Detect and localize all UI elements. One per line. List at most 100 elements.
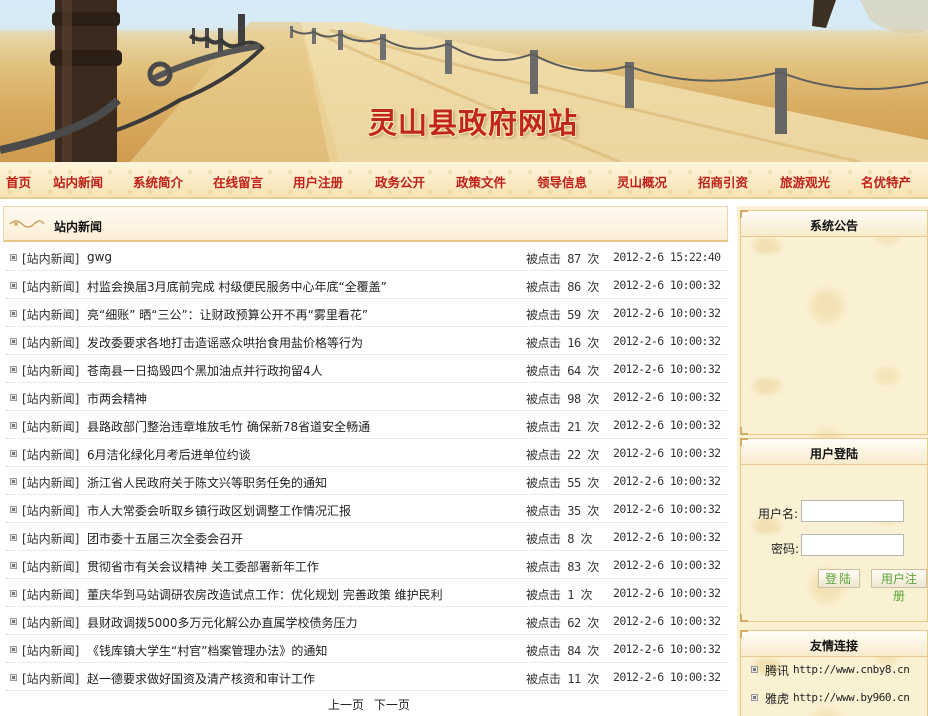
news-row: [站内新闻] gwg 被点击 87 次 2012-2-6 15:22:40 [6,243,728,271]
prev-page-link[interactable]: 上一页 [328,698,364,712]
news-category[interactable]: [站内新闻] [22,474,79,491]
nav-item-register[interactable]: 用户注册 [293,172,343,191]
news-row: [站内新闻] 6月洁化绿化月考后进单位约谈 被点击 22 次 2012-2-6 10:… [6,439,728,467]
friend-link-name[interactable]: 腾讯 [765,662,789,679]
bullet-icon [10,534,17,541]
bullet-icon [10,310,17,317]
nav-item-specialties[interactable]: 名优特产 [861,172,911,191]
nav-item-news[interactable]: 站内新闻 [53,172,103,191]
nav-item-policy[interactable]: 政策文件 [456,172,506,191]
news-row: [站内新闻] 《钱库镇大学生“村官”档案管理办法》的通知 被点击 84 次 2012-… [6,635,728,663]
news-category[interactable]: [站内新闻] [22,418,79,435]
news-title-link[interactable]: 亮“细账” 晒“三公”：让财政预算公开不再“雾里看花” [87,306,368,323]
news-title-link[interactable]: 县路政部门整治违章堆放毛竹 确保新78省道安全畅通 [87,418,370,435]
nav-item-overview[interactable]: 灵山概况 [617,172,667,191]
friend-link-url[interactable]: http://www.cnby8.cn [793,663,910,676]
bullet-icon [10,450,17,457]
news-title-link[interactable]: 团市委十五届三次全委会召开 [87,530,243,547]
news-title-link[interactable]: 县财政调拨5000多万元化解公办直属学校债务压力 [87,614,358,631]
site-title: 灵山县政府网站 [368,106,579,140]
nav-item-about[interactable]: 系统简介 [133,172,183,191]
news-title-link[interactable]: 发改委要求各地打击造谣惑众哄抬食用盐价格等行为 [87,334,363,351]
login-box: 用户登陆 用户名: 密码: 登陆 用户注册 [740,438,928,622]
news-timestamp: 2012-2-6 10:00:32 [613,614,721,628]
news-timestamp: 2012-2-6 10:00:32 [613,502,721,516]
bullet-icon [10,618,17,625]
news-category[interactable]: [站内新闻] [22,558,79,575]
news-category[interactable]: [站内新闻] [22,502,79,519]
corner-ornament [740,427,748,435]
password-label: 密码: [771,542,800,556]
news-hit-count: 被点击 64 次 [526,364,599,378]
news-category[interactable]: [站内新闻] [22,390,79,407]
site-banner: 灵山县政府网站 [0,0,928,162]
news-category[interactable]: [站内新闻] [22,530,79,547]
news-panel: 站内新闻 [站内新闻] gwg 被点击 87 次 2012-2-6 15:22:40[… [3,206,728,716]
news-hit-count: 被点击 84 次 [526,644,599,658]
news-title-link[interactable]: 董庆华到马站调研农房改造试点工作：优化规划 完善政策 维护民利 [87,586,443,603]
news-category[interactable]: [站内新闻] [22,446,79,463]
news-title-link[interactable]: 村监会换届3月底前完成 村级便民服务中心年底“全覆盖” [87,278,387,295]
nav-item-investment[interactable]: 招商引资 [698,172,748,191]
friend-link-name[interactable]: 雅虎 [765,690,789,707]
news-timestamp: 2012-2-6 10:00:32 [613,446,721,460]
bullet-icon [10,506,17,513]
news-title-link[interactable]: 《钱库镇大学生“村官”档案管理办法》的通知 [87,642,327,659]
nav-item-home[interactable]: 首页 [6,172,31,191]
news-row: [站内新闻] 县财政调拨5000多万元化解公办直属学校债务压力 被点击 62 次 20… [6,607,728,635]
news-row: [站内新闻] 亮“细账” 晒“三公”：让财政预算公开不再“雾里看花” 被点击 59 … [6,299,728,327]
news-timestamp: 2012-2-6 10:00:32 [613,334,721,348]
news-category[interactable]: [站内新闻] [22,642,79,659]
bullet-icon [10,422,17,429]
news-row: [站内新闻] 贯彻省市有关会议精神 关工委部署新年工作 被点击 83 次 2012-2… [6,551,728,579]
news-title-link[interactable]: 贯彻省市有关会议精神 关工委部署新年工作 [87,558,319,575]
nav-item-gov-affairs[interactable]: 政务公开 [375,172,425,191]
news-title-link[interactable]: 浙江省人民政府关于陈文兴等职务任免的通知 [87,474,327,491]
news-timestamp: 2012-2-6 10:00:32 [613,306,721,320]
news-category[interactable]: [站内新闻] [22,250,79,267]
news-row: [站内新闻] 市两会精神 被点击 98 次 2012-2-6 10:00:32 [6,383,728,411]
news-title-link[interactable]: gwg [87,250,112,264]
news-hit-count: 被点击 22 次 [526,448,599,462]
news-timestamp: 2012-2-6 10:00:32 [613,530,721,544]
news-title-link[interactable]: 市人大常委会听取乡镇行政区划调整工作情况汇报 [87,502,351,519]
login-button[interactable]: 登陆 [818,569,861,588]
news-panel-header: 站内新闻 [3,206,728,242]
news-hit-count: 被点击 83 次 [526,560,599,574]
password-input[interactable] [801,534,904,556]
news-category[interactable]: [站内新闻] [22,306,79,323]
bullet-icon [10,478,17,485]
news-category[interactable]: [站内新闻] [22,586,79,603]
notice-box-header: 系统公告 [741,211,927,237]
news-category[interactable]: [站内新闻] [22,614,79,631]
login-box-title: 用户登陆 [809,447,858,461]
news-panel-title: 站内新闻 [54,220,103,234]
nav-item-leaders[interactable]: 领导信息 [537,172,587,191]
friend-links-box: 友情连接 腾讯 http://www.cnby8.cn 雅虎 http://ww… [740,630,928,716]
corner-ornament [740,630,748,638]
news-hit-count: 被点击 87 次 [526,252,599,266]
news-category[interactable]: [站内新闻] [22,278,79,295]
bullet-icon [10,590,17,597]
news-hit-count: 被点击 86 次 [526,280,599,294]
news-hit-count: 被点击 62 次 [526,616,599,630]
next-page-link[interactable]: 下一页 [374,698,410,712]
news-title-link[interactable]: 赵一德要求做好国资及清产核资和审计工作 [87,670,315,687]
bullet-icon [10,394,17,401]
news-category[interactable]: [站内新闻] [22,362,79,379]
login-box-header: 用户登陆 [741,439,927,465]
news-timestamp: 2012-2-6 10:00:32 [613,586,721,600]
news-title-link[interactable]: 6月洁化绿化月考后进单位约谈 [87,446,251,463]
news-timestamp: 2012-2-6 15:22:40 [613,250,721,264]
news-title-link[interactable]: 苍南县一日捣毁四个黑加油点并行政拘留4人 [87,362,323,379]
nav-item-guestbook[interactable]: 在线留言 [213,172,263,191]
register-button[interactable]: 用户注册 [871,569,927,603]
username-input[interactable] [801,500,904,522]
bullet-icon [10,674,17,681]
news-category[interactable]: [站内新闻] [22,670,79,687]
nav-item-tourism[interactable]: 旅游观光 [780,172,830,191]
news-title-link[interactable]: 市两会精神 [87,390,147,407]
news-category[interactable]: [站内新闻] [22,334,79,351]
friend-link-url[interactable]: http://www.by960.cn [793,691,910,704]
news-row: [站内新闻] 赵一德要求做好国资及清产核资和审计工作 被点击 11 次 2012-2-… [6,663,728,691]
